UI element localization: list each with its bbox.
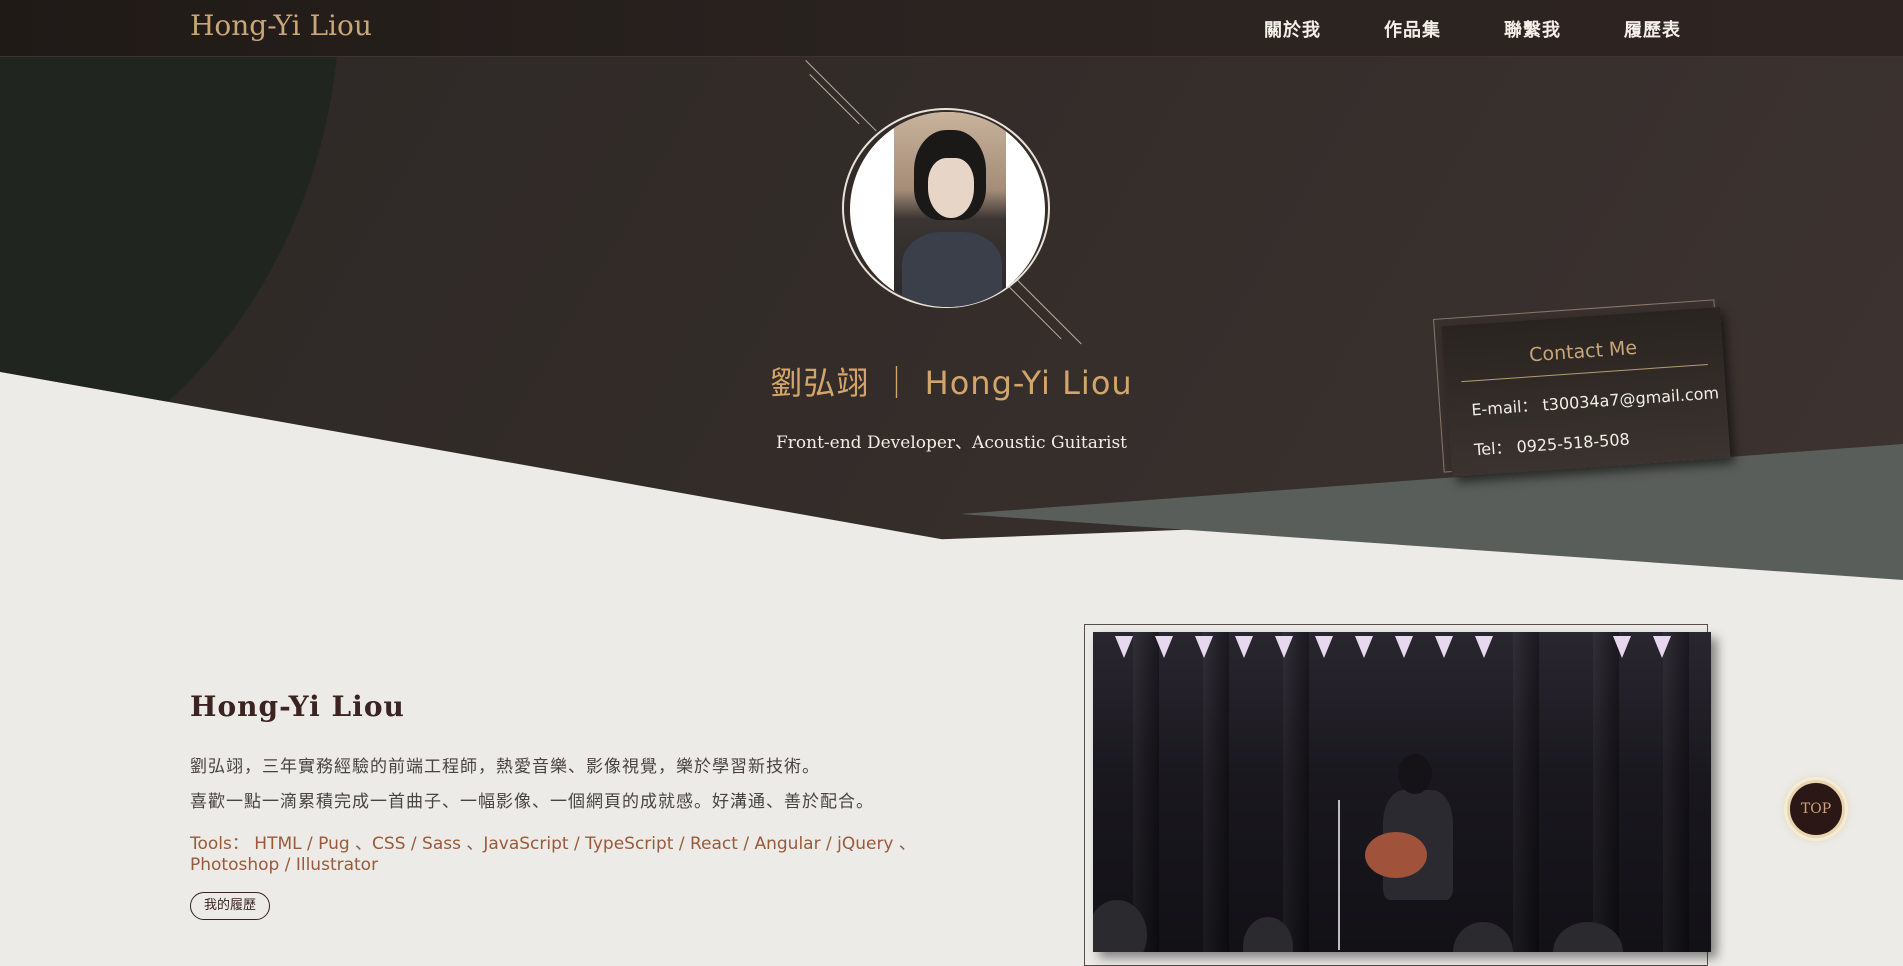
contact-card-body: Contact Me E-mail： t30034a7@gmail.com Te… [1441, 306, 1731, 478]
bunting-flag [1475, 636, 1493, 658]
resume-button[interactable]: 我的履歷 [190, 892, 270, 920]
nav-link-resume[interactable]: 履歷表 [1624, 16, 1681, 42]
top-navbar: Hong-Yi Liou 關於我 作品集 聯繫我 履歷表 [0, 0, 1903, 57]
curtain-fold [1593, 632, 1619, 952]
about-title: Hong-Yi Liou [190, 690, 405, 723]
stage-performance-photo [1093, 632, 1711, 952]
bunting-flag [1235, 636, 1253, 658]
back-to-top-button[interactable]: TOP [1787, 780, 1845, 838]
curtain-fold [1513, 632, 1539, 952]
bunting-flag [1315, 636, 1333, 658]
about-paragraph-2: 喜歡一點一滴累積完成一首曲子、一幅影像、一個網頁的成就感。好溝通、善於配合。 [190, 792, 874, 812]
curtain-fold [1283, 632, 1309, 952]
bunting-flag [1653, 636, 1671, 658]
avatar-face [928, 158, 974, 218]
nav-link-about[interactable]: 關於我 [1264, 16, 1321, 42]
curtain-fold [1203, 632, 1229, 952]
guitar [1365, 832, 1427, 878]
avatar [850, 112, 1045, 307]
curtain-fold [1663, 632, 1689, 952]
bunting-flag [1435, 636, 1453, 658]
avatar-photo [894, 112, 1006, 307]
tools-list: Tools： HTML / Pug 、CSS / Sass 、JavaScrip… [190, 834, 916, 875]
bunting-flag [1115, 636, 1133, 658]
contact-email[interactable]: E-mail： t30034a7@gmail.com [1471, 379, 1720, 420]
bunting-flag [1275, 636, 1293, 658]
nav-link-portfolio[interactable]: 作品集 [1384, 16, 1441, 42]
bunting-flag [1613, 636, 1631, 658]
audience-head [1453, 922, 1513, 952]
about-paragraph-1: 劉弘翊，三年實務經驗的前端工程師，熱愛音樂、影像視覺，樂於學習新技術。 [190, 757, 820, 777]
performer-head [1398, 754, 1432, 794]
avatar-body [902, 232, 1002, 307]
bunting-flag [1355, 636, 1373, 658]
bunting-flag [1395, 636, 1413, 658]
brand-logo-link[interactable]: Hong-Yi Liou [190, 9, 372, 42]
contact-card: Contact Me E-mail： t30034a7@gmail.com Te… [1433, 299, 1731, 478]
mic-stand [1338, 800, 1340, 950]
bunting-flag [1195, 636, 1213, 658]
curtain-fold [1133, 632, 1159, 952]
nav-link-contact[interactable]: 聯繫我 [1504, 16, 1561, 42]
contact-tel[interactable]: Tel： 0925-518-508 [1473, 426, 1631, 461]
bunting-flag [1155, 636, 1173, 658]
